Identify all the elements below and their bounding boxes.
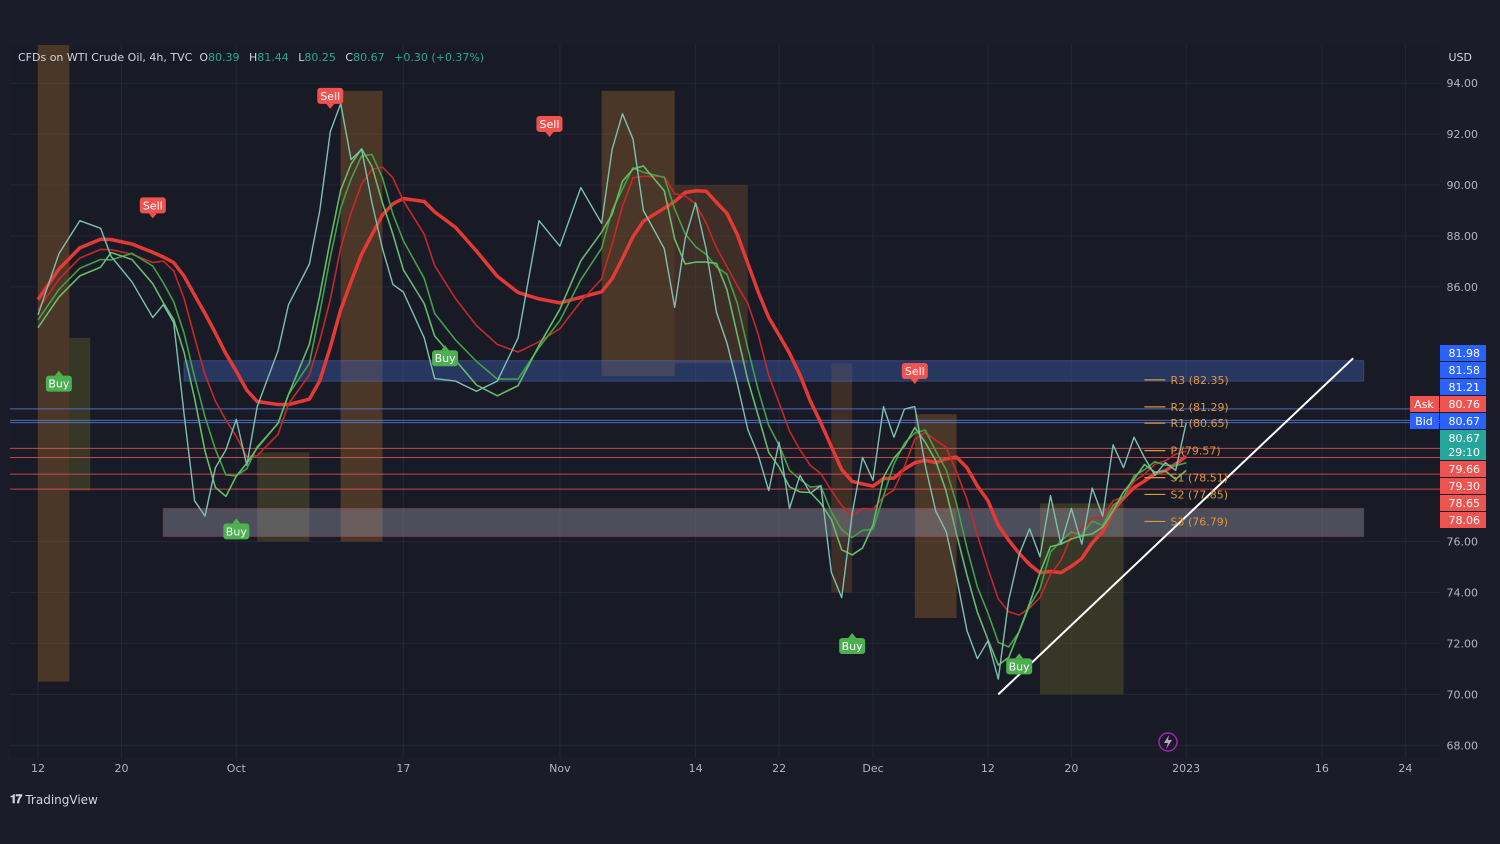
- order-block: [674, 185, 748, 364]
- order-block: [69, 337, 91, 491]
- tradingview-logo-icon: 𝟏𝟕: [10, 792, 22, 806]
- chart-stage: 94.00 92.00 90.00 88.00 86.00 76.00 74.00 72.00…: [0, 0, 1500, 844]
- price-axis-value: 81.21: [1449, 381, 1481, 394]
- x-tick-label: 17: [396, 762, 410, 775]
- pivot-label: R2 (81.29): [1171, 401, 1229, 414]
- signal-label: Sell: [320, 90, 340, 103]
- close-label: C: [345, 51, 354, 64]
- pivot-label: P (79.57): [1171, 445, 1221, 458]
- brand-name: TradingView: [25, 792, 98, 807]
- bid-label: Bid: [1415, 415, 1433, 428]
- signal-label: Sell: [540, 118, 560, 131]
- x-tick-label: 12: [981, 762, 995, 775]
- price-axis-value: 80.76: [1449, 398, 1481, 411]
- price-change: +0.30 (+0.37%): [394, 51, 485, 64]
- x-tick-label: 20: [1064, 762, 1078, 775]
- signal-label: Buy: [226, 525, 248, 538]
- low-value: 80.25: [304, 51, 336, 64]
- pivot-label: R1 (80.65): [1171, 417, 1229, 430]
- high-value: 81.44: [257, 51, 289, 64]
- x-tick-label: Oct: [227, 762, 247, 775]
- signal-label: Buy: [435, 352, 457, 365]
- tradingview-brand[interactable]: 𝟏𝟕 TradingView: [10, 792, 98, 807]
- y-tick-label: 94.00: [1447, 77, 1479, 90]
- price-axis-value: 80.67: [1449, 415, 1481, 428]
- y-tick-label: 70.00: [1447, 688, 1479, 701]
- price-axis-value: 81.98: [1449, 347, 1481, 360]
- order-block: [38, 45, 70, 682]
- price-axis-value: 78.06: [1449, 514, 1481, 527]
- symbol-header: CFDs on WTI Crude Oil, 4h, TVC O80.39 H8…: [18, 51, 490, 64]
- price-axis-value: 81.58: [1449, 364, 1481, 377]
- x-tick-label: Dec: [862, 762, 883, 775]
- y-tick-label: 72.00: [1447, 637, 1479, 650]
- price-axis-value: 79.66: [1449, 463, 1481, 476]
- price-axis-value: 78.65: [1449, 497, 1481, 510]
- y-tick-label: 86.00: [1447, 281, 1479, 294]
- symbol-name: CFDs on WTI Crude Oil, 4h, TVC: [18, 51, 193, 64]
- x-tick-label: 14: [689, 762, 703, 775]
- x-tick-label: 16: [1315, 762, 1329, 775]
- signal-label: Buy: [842, 640, 864, 653]
- open-value: 80.39: [208, 51, 240, 64]
- price-axis-value: 80.67: [1449, 432, 1481, 445]
- signal-label: Sell: [143, 199, 163, 212]
- x-tick-label: 2023: [1172, 762, 1200, 775]
- signal-label: Sell: [905, 365, 925, 378]
- price-axis-value: 29:10: [1448, 446, 1480, 459]
- x-tick-label: 24: [1398, 762, 1412, 775]
- close-value: 80.67: [353, 51, 385, 64]
- pivot-label: S2 (77.85): [1171, 488, 1229, 501]
- y-tick-label: 68.00: [1447, 739, 1479, 752]
- pivot-label: R3 (82.35): [1171, 374, 1229, 387]
- price-chart[interactable]: 94.00 92.00 90.00 88.00 86.00 76.00 74.00 72.00…: [0, 0, 1500, 844]
- open-label: O: [199, 51, 208, 64]
- ask-label: Ask: [1414, 398, 1434, 411]
- signal-label: Buy: [48, 378, 70, 391]
- y-tick-label: 92.00: [1447, 128, 1479, 141]
- y-tick-label: 74.00: [1447, 586, 1479, 599]
- x-tick-label: 22: [772, 762, 786, 775]
- x-tick-label: 20: [115, 762, 129, 775]
- order-block: [601, 90, 675, 377]
- y-tick-label: 90.00: [1447, 179, 1479, 192]
- y-tick-label: 88.00: [1447, 230, 1479, 243]
- x-tick-label: 12: [31, 762, 45, 775]
- y-tick-label: 76.00: [1447, 536, 1479, 549]
- price-axis-value: 79.30: [1449, 480, 1481, 493]
- signal-label: Buy: [1009, 660, 1031, 673]
- pivot-label: S3 (76.79): [1171, 515, 1229, 528]
- pivot-label: S1 (78.51): [1171, 472, 1229, 485]
- x-tick-label: Nov: [549, 762, 571, 775]
- currency-label: USD: [1448, 51, 1472, 64]
